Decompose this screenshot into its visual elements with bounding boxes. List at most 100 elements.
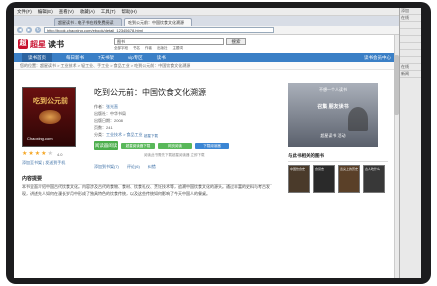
address-bar: ◀ ▶ ↻ http://book.chaoxing.com/ebook/det… [14, 26, 399, 35]
web-read-button[interactable]: 网页阅读 [158, 142, 192, 149]
download-note: 阅读此书需先下载超星阅读器 立即下载 [144, 153, 205, 157]
related-book[interactable]: 舌尖上的历史 [338, 165, 360, 193]
breadcrumb: 您的位置：超星读书 > 工业技术 > 轻工业、手工业 > 食品工业 > 吃到公元… [14, 62, 399, 70]
book-title: 吃到公元前：中国饮食文化溯源 [94, 88, 206, 97]
publisher-value: 中华书局 [110, 111, 126, 116]
book-info: 吃到公元前：中国饮食文化溯源 作者：张光直 出版社：中华书局 出版日期：2008… [94, 87, 264, 138]
related-book[interactable]: 古人吃什么 [363, 165, 385, 193]
menu-favorites[interactable]: 收藏(A) [80, 9, 95, 15]
search-option-author[interactable]: 作者 [145, 46, 152, 51]
tab-bar: 超星读书 - 电子书在线免费阅读 吃到公元前：中国饮食文化溯源 [14, 16, 399, 26]
site-header: 超 超星 读书 图书 搜索 全部字段 书名 作者 出版社 主题词 [14, 35, 399, 53]
search-input[interactable]: 图书 [114, 37, 224, 45]
browser-window: 文件(F) 编辑(E) 查看(V) 收藏(A) 工具(T) 帮助(H) 超星读书… [14, 8, 399, 278]
pages-value: 241 [106, 125, 113, 130]
menu-edit[interactable]: 编辑(E) [38, 9, 53, 15]
site-nav: 读书首页 每日新书 7天书架 vip专区 读书 读书会员中心 [14, 53, 399, 62]
nav-7day-shelf[interactable]: 7天书架 [98, 55, 114, 61]
back-icon[interactable]: ◀ [17, 27, 23, 33]
shelf-links[interactable]: 添加至书架 | 发送到手机 [22, 160, 65, 166]
menu-bar: 文件(F) 编辑(E) 查看(V) 收藏(A) 工具(T) 帮助(H) [14, 8, 399, 16]
side-panel-row[interactable] [400, 43, 421, 50]
publisher-label: 出版社： [94, 111, 110, 116]
nav-new-books[interactable]: 每日新书 [66, 55, 84, 61]
reader-download-button[interactable]: 超星阅读器下载 [121, 142, 155, 149]
search-option-all[interactable]: 全部字段 [114, 46, 128, 51]
side-panel-row[interactable]: 新闻 [400, 71, 421, 78]
related-book[interactable]: 中国饮食史 [288, 165, 310, 193]
read-button[interactable]: 阅读器阅读 [94, 141, 118, 150]
search-option-title[interactable]: 书名 [133, 46, 140, 51]
side-panel-row[interactable]: 添加 [400, 8, 421, 15]
share-links: 添加到书架(7) 评论(6) 纠错 [94, 164, 156, 170]
side-panel: 添加 在线 在线 新闻 [399, 8, 421, 278]
logo-text: 超星 [30, 39, 46, 49]
site-search: 图书 搜索 全部字段 书名 作者 出版社 主题词 [114, 37, 246, 51]
book-detail: 吃到公元前 Chaoxing.com ★ ★ ★ ★ ★ 4.0 添加至书架 |… [14, 79, 399, 278]
author-label: 作者： [94, 104, 106, 109]
nav-home[interactable]: 读书首页 [22, 53, 52, 62]
search-option-publisher[interactable]: 出版社 [157, 46, 168, 51]
side-panel-row[interactable] [400, 29, 421, 36]
star-icon: ★ [28, 151, 34, 157]
side-panel-row[interactable] [400, 36, 421, 43]
url-input[interactable]: http://book.chaoxing.com/ebook/detail_12… [44, 27, 274, 33]
search-button[interactable]: 搜索 [226, 37, 246, 45]
promo-banner[interactable]: 不想一个人读书 召集 朋友读书 超星读书 活动 [288, 83, 378, 147]
nav-vip[interactable]: vip专区 [128, 55, 143, 61]
site-logo[interactable]: 超 超星 读书 [18, 39, 64, 50]
menu-tools[interactable]: 工具(T) [101, 9, 116, 15]
tab-chaoxing-home[interactable]: 超星读书 - 电子书在线免费阅读 [54, 18, 122, 26]
intro-text: 本书全面介绍中国古代饮食文化。内容涉及古代的食物、食材、饮食礼仪、烹饪技术等，追… [22, 184, 270, 196]
meta-category: 分类：工业技术 > 食品工业 [94, 131, 264, 138]
report-error-link[interactable]: 纠错 [148, 164, 156, 170]
nav-reading[interactable]: 读书 [157, 55, 166, 61]
meta-publisher: 出版社：中华书局 [94, 110, 264, 117]
download-reader-button[interactable]: 下载阅读器 [195, 142, 229, 149]
book-cover[interactable]: 吃到公元前 Chaoxing.com [22, 87, 76, 147]
logo-mark: 超 [18, 39, 28, 49]
search-option-subject[interactable]: 主题词 [173, 46, 184, 51]
tab-book-detail[interactable]: 吃到公元前：中国饮食文化溯源 [124, 18, 192, 26]
star-icon: ★ [22, 151, 28, 157]
pages-label: 页数： [94, 125, 106, 130]
category-label: 分类： [94, 132, 106, 137]
year-label: 出版日期： [94, 118, 114, 123]
menu-view[interactable]: 查看(V) [59, 9, 74, 15]
meta-pages: 页数：241 [94, 124, 264, 131]
side-panel-row[interactable] [400, 22, 421, 29]
refresh-icon[interactable]: ↻ [35, 27, 41, 33]
search-options: 全部字段 书名 作者 出版社 主题词 [114, 46, 246, 51]
side-panel-row[interactable]: 在线 [400, 64, 421, 71]
star-icon: ★ [34, 151, 41, 157]
side-panel-row[interactable] [400, 57, 421, 64]
nav-member-center[interactable]: 读书会员中心 [364, 55, 391, 61]
star-icon: ★ [41, 151, 47, 157]
year-value: 2008 [114, 118, 123, 123]
related-books: 中国饮食史 食货志 舌尖上的历史 古人吃什么 [288, 165, 392, 193]
tree-silhouette-icon [348, 107, 368, 131]
author-link[interactable]: 张光直 [106, 104, 118, 109]
promo-bottom-text: 超星读书 活动 [320, 133, 346, 138]
rating-score: 4.0 [56, 151, 63, 157]
side-panel-row[interactable]: 在线 [400, 15, 421, 22]
cover-watermark: Chaoxing.com [27, 136, 53, 141]
side-panel-row[interactable] [400, 50, 421, 57]
related-book[interactable]: 食货志 [313, 165, 335, 193]
meta-author: 作者：张光直 [94, 103, 264, 110]
category-link[interactable]: 工业技术 > 食品工业 [106, 132, 143, 137]
related-books-heading: 与此书相关的图书 [288, 153, 388, 162]
download-heading: 超星下载 [144, 134, 158, 138]
logo-text-reading: 读书 [48, 39, 64, 49]
cover-title: 吃到公元前 [33, 98, 68, 105]
rating-stars[interactable]: ★ ★ ★ ★ ★ 4.0 [22, 151, 63, 157]
sidebar: 不想一个人读书 召集 朋友读书 超星读书 活动 与此书相关的图书 中国饮食史 食… [284, 79, 392, 193]
add-shelf-link[interactable]: 添加到书架(7) [94, 164, 119, 170]
promo-top-text: 不想一个人读书 [319, 87, 347, 92]
menu-help[interactable]: 帮助(H) [122, 9, 137, 15]
action-buttons: 阅读器阅读 超星阅读器下载 网页阅读 下载阅读器 [94, 141, 229, 150]
meta-year: 出版日期：2008 [94, 117, 264, 124]
forward-icon[interactable]: ▶ [26, 27, 32, 33]
comments-link[interactable]: 评论(6) [127, 164, 140, 170]
menu-file[interactable]: 文件(F) [17, 9, 32, 15]
